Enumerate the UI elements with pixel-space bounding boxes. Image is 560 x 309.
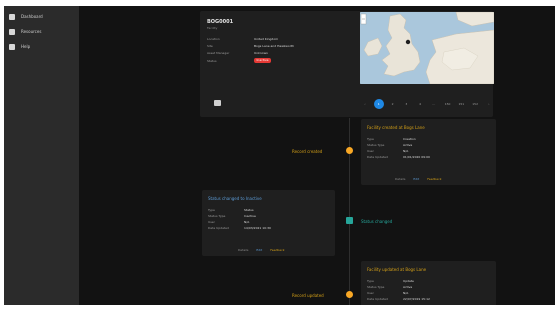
sidebar-item-label: Help: [21, 44, 31, 49]
location-key: Location: [207, 37, 220, 41]
pagination-page-4[interactable]: 4: [415, 99, 425, 109]
timeline-dot-icon: [346, 291, 353, 298]
timeline-card-row: Status Type Inactive: [208, 214, 256, 218]
pagination-next-button[interactable]: ›: [484, 99, 494, 109]
timeline-card-row: User N/A: [208, 220, 250, 224]
map-image: [360, 12, 494, 84]
timeline-dot-icon: [346, 147, 353, 154]
site-key: Site: [207, 44, 213, 48]
timeline-card-row: User N/A: [367, 291, 409, 295]
page-subtitle: Facility: [207, 26, 218, 30]
feedback-button[interactable]: Feedback: [270, 248, 284, 252]
sidebar-item-dashboard[interactable]: Dashboard: [4, 10, 79, 23]
page-title: BOG0001: [207, 19, 234, 25]
location-value: United Kingdom: [254, 37, 279, 41]
pagination-page-1[interactable]: 1: [373, 99, 384, 109]
pagination-prev-button[interactable]: ‹: [360, 99, 370, 109]
sidebar: Dashboard Resources Help: [4, 6, 79, 305]
asset-manager-key: Asset Manager: [207, 51, 230, 55]
sidebar-item-label: Resources: [21, 29, 42, 34]
layout-toggle-button[interactable]: [214, 100, 221, 106]
pagination-page-150[interactable]: 150: [443, 99, 453, 109]
main-content: BOG0001 Facility Location United Kingdom…: [79, 6, 555, 305]
timeline-card: Facility updated at Bogs Lane Type Update…: [361, 261, 496, 305]
facility-header-card: BOG0001 Facility Location United Kingdom…: [200, 11, 494, 117]
sidebar-item-resources[interactable]: Resources: [4, 25, 79, 38]
timeline-card-row: Type Update: [367, 279, 414, 283]
timeline-card-actions: Details Edit Feedback: [395, 177, 442, 181]
pagination-page-152[interactable]: 152: [470, 99, 480, 109]
feedback-button[interactable]: Feedback: [427, 177, 441, 181]
timeline-card-row: Type Status: [208, 208, 254, 212]
timeline-card-row: Date Updated 01/01/2020 09:00: [367, 155, 430, 159]
timeline-card: Facility created at Bogs Lane Type Creati…: [361, 119, 496, 185]
timeline-event-label: Status changed: [361, 219, 393, 224]
asset-manager-value: Unknown: [254, 51, 268, 55]
grid-icon: [9, 13, 15, 20]
details-button[interactable]: Details: [238, 248, 248, 252]
timeline-event-label: Record updated: [292, 293, 324, 298]
timeline-card: Status changed to Inactive Type Status St…: [202, 190, 335, 256]
status-key: Status: [207, 59, 217, 63]
timeline-card-title: Status changed to Inactive: [208, 196, 262, 201]
timeline-card-row: Date Updated 22/07/2019 15:12: [367, 297, 430, 301]
pagination: ‹ 1 2 3 4 … 150 151 152 ›: [360, 99, 494, 109]
app-frame: Dashboard Resources Help BOG0001 Facilit…: [0, 0, 560, 309]
timeline-card-row: User N/A: [367, 149, 409, 153]
pagination-ellipsis: …: [432, 102, 436, 106]
location-map[interactable]: [360, 12, 494, 84]
help-icon: [9, 43, 15, 50]
pagination-page-151[interactable]: 151: [456, 99, 466, 109]
details-button[interactable]: Details: [395, 177, 405, 181]
edit-button[interactable]: Edit: [256, 248, 262, 252]
timeline-card-title: Facility created at Bogs Lane: [367, 125, 425, 130]
timeline-card-title: Facility updated at Bogs Lane: [367, 267, 427, 272]
status-badge: Inactive: [254, 58, 271, 63]
timeline-card-row: Date Updated 14/03/2021 10:30: [208, 226, 271, 230]
sidebar-item-help[interactable]: Help: [4, 40, 79, 53]
timeline-dot-icon: [346, 217, 353, 224]
pagination-page-2[interactable]: 2: [388, 99, 398, 109]
timeline-card-row: Type Creation: [367, 137, 416, 141]
timeline-card-actions: Details Edit Feedback: [238, 248, 285, 252]
timeline-card-row: Status Type Active: [367, 143, 413, 147]
sidebar-item-label: Dashboard: [21, 14, 43, 19]
pagination-page-3[interactable]: 3: [401, 99, 411, 109]
edit-button[interactable]: Edit: [413, 177, 419, 181]
site-value: Bogs Lane and Hawkworth: [254, 44, 295, 48]
folder-icon: [9, 28, 15, 35]
timeline-card-row: Status Type Active: [367, 285, 413, 289]
timeline-event-label: Record created: [292, 149, 323, 154]
